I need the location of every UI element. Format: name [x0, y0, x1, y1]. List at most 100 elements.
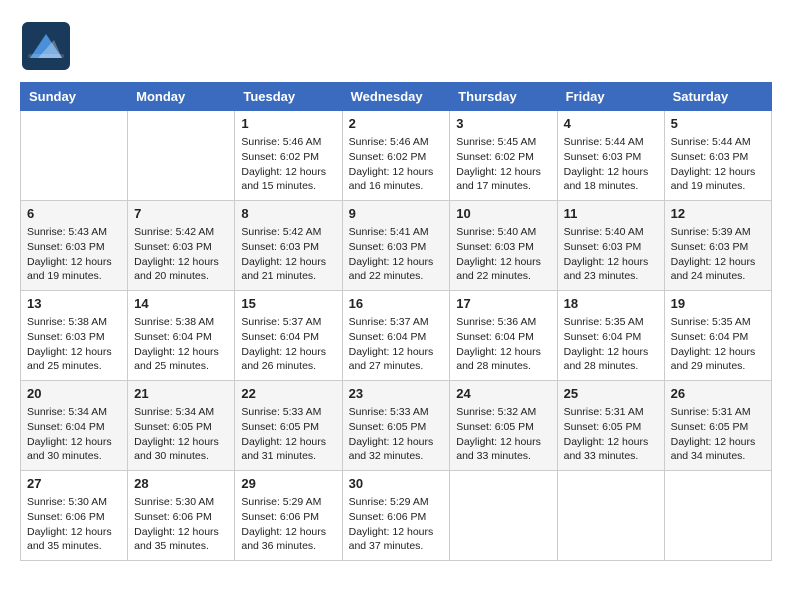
day-number: 14 — [134, 295, 228, 313]
daylight-text: Daylight: 12 hours and 15 minutes. — [241, 166, 326, 193]
calendar-week-row: 13Sunrise: 5:38 AMSunset: 6:03 PMDayligh… — [21, 291, 772, 381]
daylight-text: Daylight: 12 hours and 30 minutes. — [27, 436, 112, 463]
daylight-text: Daylight: 12 hours and 16 minutes. — [349, 166, 434, 193]
day-number: 10 — [456, 205, 550, 223]
sunrise-text: Sunrise: 5:31 AM — [671, 406, 751, 418]
sunrise-text: Sunrise: 5:42 AM — [134, 226, 214, 238]
calendar-day-cell: 23Sunrise: 5:33 AMSunset: 6:05 PMDayligh… — [342, 381, 450, 471]
daylight-text: Daylight: 12 hours and 26 minutes. — [241, 346, 326, 373]
sunrise-text: Sunrise: 5:40 AM — [564, 226, 644, 238]
sunrise-text: Sunrise: 5:32 AM — [456, 406, 536, 418]
sunrise-text: Sunrise: 5:37 AM — [241, 316, 321, 328]
sunset-text: Sunset: 6:02 PM — [241, 151, 319, 163]
sunset-text: Sunset: 6:06 PM — [134, 511, 212, 523]
sunrise-text: Sunrise: 5:38 AM — [27, 316, 107, 328]
calendar-day-cell: 15Sunrise: 5:37 AMSunset: 6:04 PMDayligh… — [235, 291, 342, 381]
calendar-day-cell: 6Sunrise: 5:43 AMSunset: 6:03 PMDaylight… — [21, 201, 128, 291]
calendar-day-cell: 24Sunrise: 5:32 AMSunset: 6:05 PMDayligh… — [450, 381, 557, 471]
day-number: 16 — [349, 295, 444, 313]
sunrise-text: Sunrise: 5:36 AM — [456, 316, 536, 328]
sunrise-text: Sunrise: 5:39 AM — [671, 226, 751, 238]
day-number: 29 — [241, 475, 335, 493]
calendar-day-cell: 26Sunrise: 5:31 AMSunset: 6:05 PMDayligh… — [664, 381, 771, 471]
day-number: 3 — [456, 115, 550, 133]
daylight-text: Daylight: 12 hours and 25 minutes. — [134, 346, 219, 373]
daylight-text: Daylight: 12 hours and 17 minutes. — [456, 166, 541, 193]
day-number: 6 — [27, 205, 121, 223]
day-number: 20 — [27, 385, 121, 403]
calendar-day-cell: 30Sunrise: 5:29 AMSunset: 6:06 PMDayligh… — [342, 471, 450, 561]
daylight-text: Daylight: 12 hours and 36 minutes. — [241, 526, 326, 553]
sunrise-text: Sunrise: 5:45 AM — [456, 136, 536, 148]
day-number: 8 — [241, 205, 335, 223]
daylight-text: Daylight: 12 hours and 29 minutes. — [671, 346, 756, 373]
weekday-header-saturday: Saturday — [664, 83, 771, 111]
sunset-text: Sunset: 6:03 PM — [456, 241, 534, 253]
calendar-day-cell: 27Sunrise: 5:30 AMSunset: 6:06 PMDayligh… — [21, 471, 128, 561]
sunrise-text: Sunrise: 5:44 AM — [671, 136, 751, 148]
daylight-text: Daylight: 12 hours and 33 minutes. — [564, 436, 649, 463]
day-number: 7 — [134, 205, 228, 223]
calendar-day-cell: 7Sunrise: 5:42 AMSunset: 6:03 PMDaylight… — [128, 201, 235, 291]
weekday-header-sunday: Sunday — [21, 83, 128, 111]
calendar-day-cell: 28Sunrise: 5:30 AMSunset: 6:06 PMDayligh… — [128, 471, 235, 561]
calendar-day-cell — [664, 471, 771, 561]
sunset-text: Sunset: 6:02 PM — [456, 151, 534, 163]
calendar-day-cell — [128, 111, 235, 201]
calendar-day-cell: 2Sunrise: 5:46 AMSunset: 6:02 PMDaylight… — [342, 111, 450, 201]
sunrise-text: Sunrise: 5:35 AM — [564, 316, 644, 328]
calendar-day-cell — [450, 471, 557, 561]
calendar-week-row: 6Sunrise: 5:43 AMSunset: 6:03 PMDaylight… — [21, 201, 772, 291]
calendar-day-cell: 11Sunrise: 5:40 AMSunset: 6:03 PMDayligh… — [557, 201, 664, 291]
calendar-week-row: 27Sunrise: 5:30 AMSunset: 6:06 PMDayligh… — [21, 471, 772, 561]
day-number: 17 — [456, 295, 550, 313]
sunrise-text: Sunrise: 5:46 AM — [241, 136, 321, 148]
weekday-header-thursday: Thursday — [450, 83, 557, 111]
calendar-day-cell: 5Sunrise: 5:44 AMSunset: 6:03 PMDaylight… — [664, 111, 771, 201]
sunrise-text: Sunrise: 5:30 AM — [134, 496, 214, 508]
sunset-text: Sunset: 6:05 PM — [671, 421, 749, 433]
day-number: 11 — [564, 205, 658, 223]
day-number: 4 — [564, 115, 658, 133]
day-number: 25 — [564, 385, 658, 403]
sunset-text: Sunset: 6:03 PM — [564, 151, 642, 163]
daylight-text: Daylight: 12 hours and 24 minutes. — [671, 256, 756, 283]
sunrise-text: Sunrise: 5:31 AM — [564, 406, 644, 418]
calendar-day-cell: 13Sunrise: 5:38 AMSunset: 6:03 PMDayligh… — [21, 291, 128, 381]
daylight-text: Daylight: 12 hours and 21 minutes. — [241, 256, 326, 283]
daylight-text: Daylight: 12 hours and 18 minutes. — [564, 166, 649, 193]
calendar-day-cell: 25Sunrise: 5:31 AMSunset: 6:05 PMDayligh… — [557, 381, 664, 471]
weekday-header-wednesday: Wednesday — [342, 83, 450, 111]
day-number: 28 — [134, 475, 228, 493]
sunset-text: Sunset: 6:06 PM — [27, 511, 105, 523]
day-number: 18 — [564, 295, 658, 313]
daylight-text: Daylight: 12 hours and 33 minutes. — [456, 436, 541, 463]
calendar-day-cell: 8Sunrise: 5:42 AMSunset: 6:03 PMDaylight… — [235, 201, 342, 291]
sunset-text: Sunset: 6:03 PM — [134, 241, 212, 253]
calendar-day-cell: 14Sunrise: 5:38 AMSunset: 6:04 PMDayligh… — [128, 291, 235, 381]
calendar-day-cell: 1 Sunrise: 5:46 AM Sunset: 6:02 PM Daylight… — [235, 111, 342, 201]
sunset-text: Sunset: 6:05 PM — [349, 421, 427, 433]
sunset-text: Sunset: 6:02 PM — [349, 151, 427, 163]
sunrise-text: Sunrise: 5:33 AM — [241, 406, 321, 418]
calendar-day-cell: 29Sunrise: 5:29 AMSunset: 6:06 PMDayligh… — [235, 471, 342, 561]
calendar-day-cell: 18Sunrise: 5:35 AMSunset: 6:04 PMDayligh… — [557, 291, 664, 381]
sunset-text: Sunset: 6:05 PM — [134, 421, 212, 433]
daylight-text: Daylight: 12 hours and 25 minutes. — [27, 346, 112, 373]
sunrise-text: Sunrise: 5:44 AM — [564, 136, 644, 148]
daylight-text: Daylight: 12 hours and 19 minutes. — [671, 166, 756, 193]
sunset-text: Sunset: 6:05 PM — [241, 421, 319, 433]
daylight-text: Daylight: 12 hours and 31 minutes. — [241, 436, 326, 463]
day-number: 13 — [27, 295, 121, 313]
sunset-text: Sunset: 6:05 PM — [456, 421, 534, 433]
calendar-day-cell — [557, 471, 664, 561]
sunset-text: Sunset: 6:03 PM — [564, 241, 642, 253]
day-number: 1 — [241, 115, 335, 133]
calendar-day-cell: 9Sunrise: 5:41 AMSunset: 6:03 PMDaylight… — [342, 201, 450, 291]
sunset-text: Sunset: 6:04 PM — [241, 331, 319, 343]
calendar-day-cell: 12Sunrise: 5:39 AMSunset: 6:03 PMDayligh… — [664, 201, 771, 291]
weekday-header-monday: Monday — [128, 83, 235, 111]
sunset-text: Sunset: 6:03 PM — [241, 241, 319, 253]
sunrise-text: Sunrise: 5:29 AM — [241, 496, 321, 508]
calendar-day-cell: 16Sunrise: 5:37 AMSunset: 6:04 PMDayligh… — [342, 291, 450, 381]
